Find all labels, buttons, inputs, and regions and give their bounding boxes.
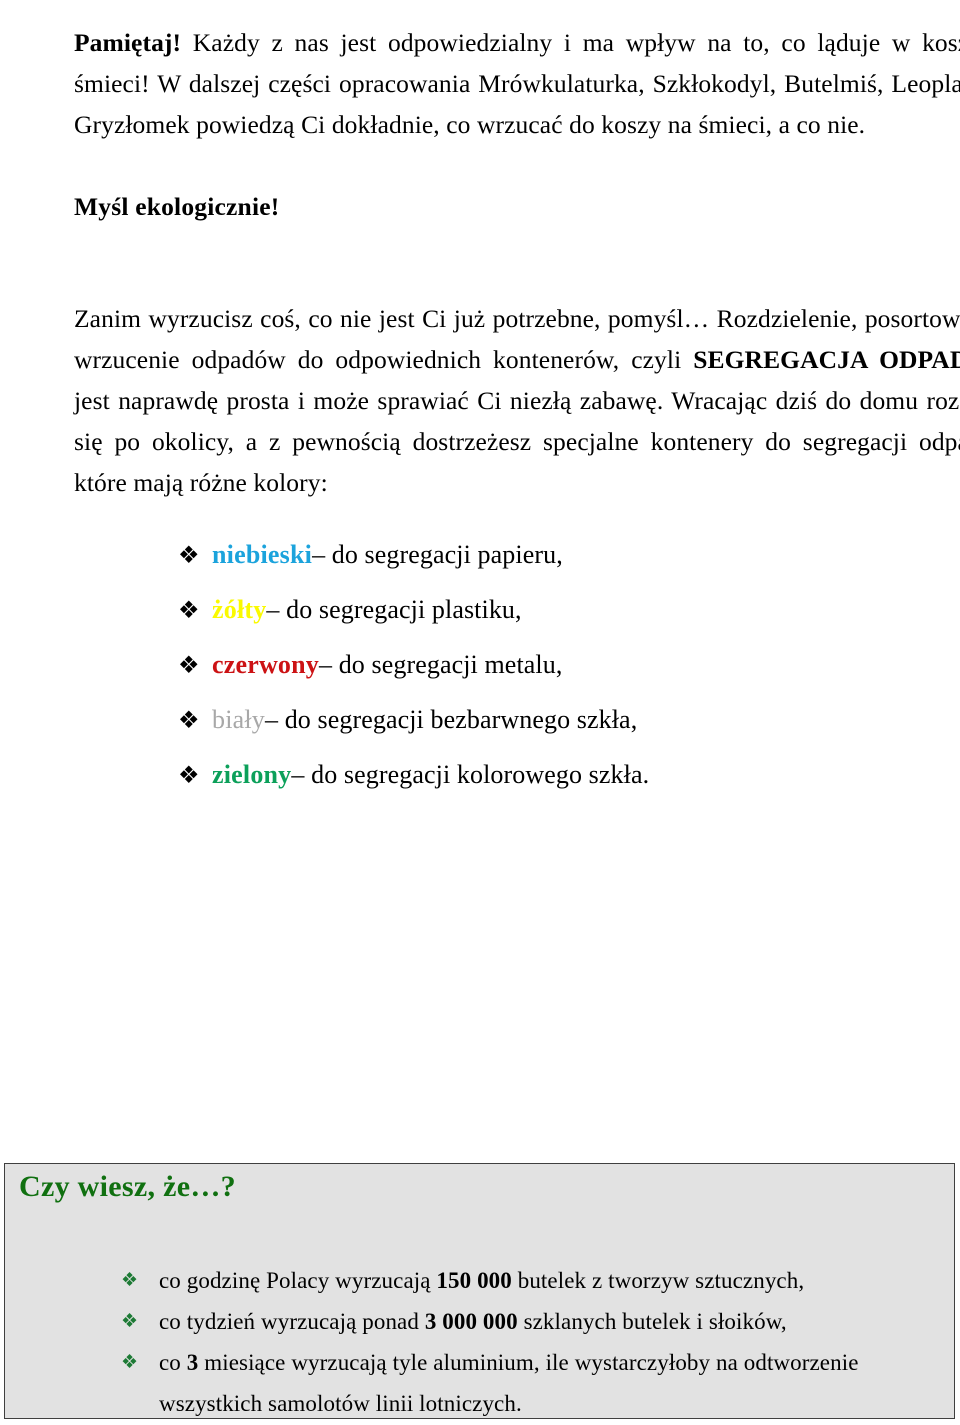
fact-text: co tydzień wyrzucają ponad 3 000 000 szk… [159, 1301, 787, 1342]
fact-pre: co [159, 1350, 187, 1375]
diamond-bullet-icon: ❖ [121, 1311, 139, 1332]
fact-text: co godzinę Polacy wyrzucają 150 000 bute… [159, 1260, 804, 1301]
fact-post: szklanych butelek i słoików, [517, 1309, 787, 1334]
list-item: ❖ niebieski – do segregacji papieru, [178, 527, 850, 582]
list-item: ❖ co tydzień wyrzucają ponad 3 000 000 s… [121, 1301, 941, 1342]
color-keyword-bialy: biały [212, 705, 265, 734]
list-item: ❖ co 3 miesiące wyrzucają tyle aluminium… [121, 1342, 941, 1424]
diamond-bullet-icon: ❖ [178, 653, 200, 679]
did-you-know-box: Czy wiesz, że…? ❖ co godzinę Polacy wyrz… [4, 1163, 955, 1419]
list-item: ❖ co godzinę Polacy wyrzucają 150 000 bu… [121, 1260, 941, 1301]
list-item: ❖ zielony – do segregacji kolorowego szk… [178, 747, 850, 802]
fact-continuation: wszystkich samolotów linii lotniczych. [159, 1391, 522, 1416]
color-description-zielony: – do segregacji kolorowego szkła. [291, 760, 650, 789]
fact-number: 150 000 [436, 1268, 512, 1293]
color-description-bialy: – do segregacji bezbarwnego szkła, [265, 705, 638, 734]
list-item: ❖ biały – do segregacji bezbarwnego szkł… [178, 692, 850, 747]
color-keyword-niebieski: niebieski [212, 540, 313, 569]
fact-number: 3 000 000 [424, 1309, 518, 1334]
color-keyword-zielony: zielony [212, 760, 292, 789]
fact-post: butelek z tworzyw sztucznych, [511, 1268, 805, 1293]
did-you-know-title: Czy wiesz, że…? [19, 1170, 236, 1203]
list-item: ❖ żółty – do segregacji plastiku, [178, 582, 850, 637]
color-keyword-zolty: żółty [212, 595, 267, 624]
fact-text: co 3 miesiące wyrzucają tyle aluminium, … [159, 1342, 859, 1424]
body-paragraph: Zanim wyrzucisz coś, co nie jest Ci już … [8, 298, 960, 503]
diamond-bullet-icon: ❖ [178, 763, 200, 789]
fact-pre: co tydzień wyrzucają ponad [159, 1309, 425, 1334]
color-keyword-czerwony: czerwony [212, 650, 319, 679]
fact-list: ❖ co godzinę Polacy wyrzucają 150 000 bu… [121, 1260, 941, 1424]
section-subheading: Myśl ekologicznie! [74, 192, 280, 221]
diamond-bullet-icon: ❖ [178, 708, 200, 734]
intro-text: Każdy z nas jest odpowiedzialny i ma wpł… [74, 27, 960, 139]
fact-pre: co godzinę Polacy wyrzucają [159, 1268, 437, 1293]
intro-bold-lead: Pamiętaj! [74, 27, 182, 57]
color-description-czerwony: – do segregacji metalu, [319, 650, 563, 679]
diamond-bullet-icon: ❖ [121, 1270, 139, 1291]
body-text-part2: jest naprawdę prosta i może sprawiać Ci … [74, 385, 960, 497]
list-item: ❖ czerwony – do segregacji metalu, [178, 637, 850, 692]
color-description-niebieski: – do segregacji papieru, [312, 540, 563, 569]
diamond-bullet-icon: ❖ [121, 1352, 139, 1373]
fact-post: miesiące wyrzucają tyle aluminium, ile w… [198, 1350, 859, 1375]
color-description-zolty: – do segregacji plastiku, [266, 595, 522, 624]
document-page: Pamiętaj! Każdy z nas jest odpowiedzialn… [0, 0, 960, 1425]
diamond-bullet-icon: ❖ [178, 598, 200, 624]
intro-paragraph: Pamiętaj! Każdy z nas jest odpowiedzialn… [8, 22, 960, 145]
fact-number: 3 [186, 1350, 199, 1375]
diamond-bullet-icon: ❖ [178, 543, 200, 569]
body-emphasis: SEGREGACJA ODPADÓW, [693, 344, 960, 374]
waste-color-list: ❖ niebieski – do segregacji papieru, ❖ ż… [150, 527, 850, 802]
